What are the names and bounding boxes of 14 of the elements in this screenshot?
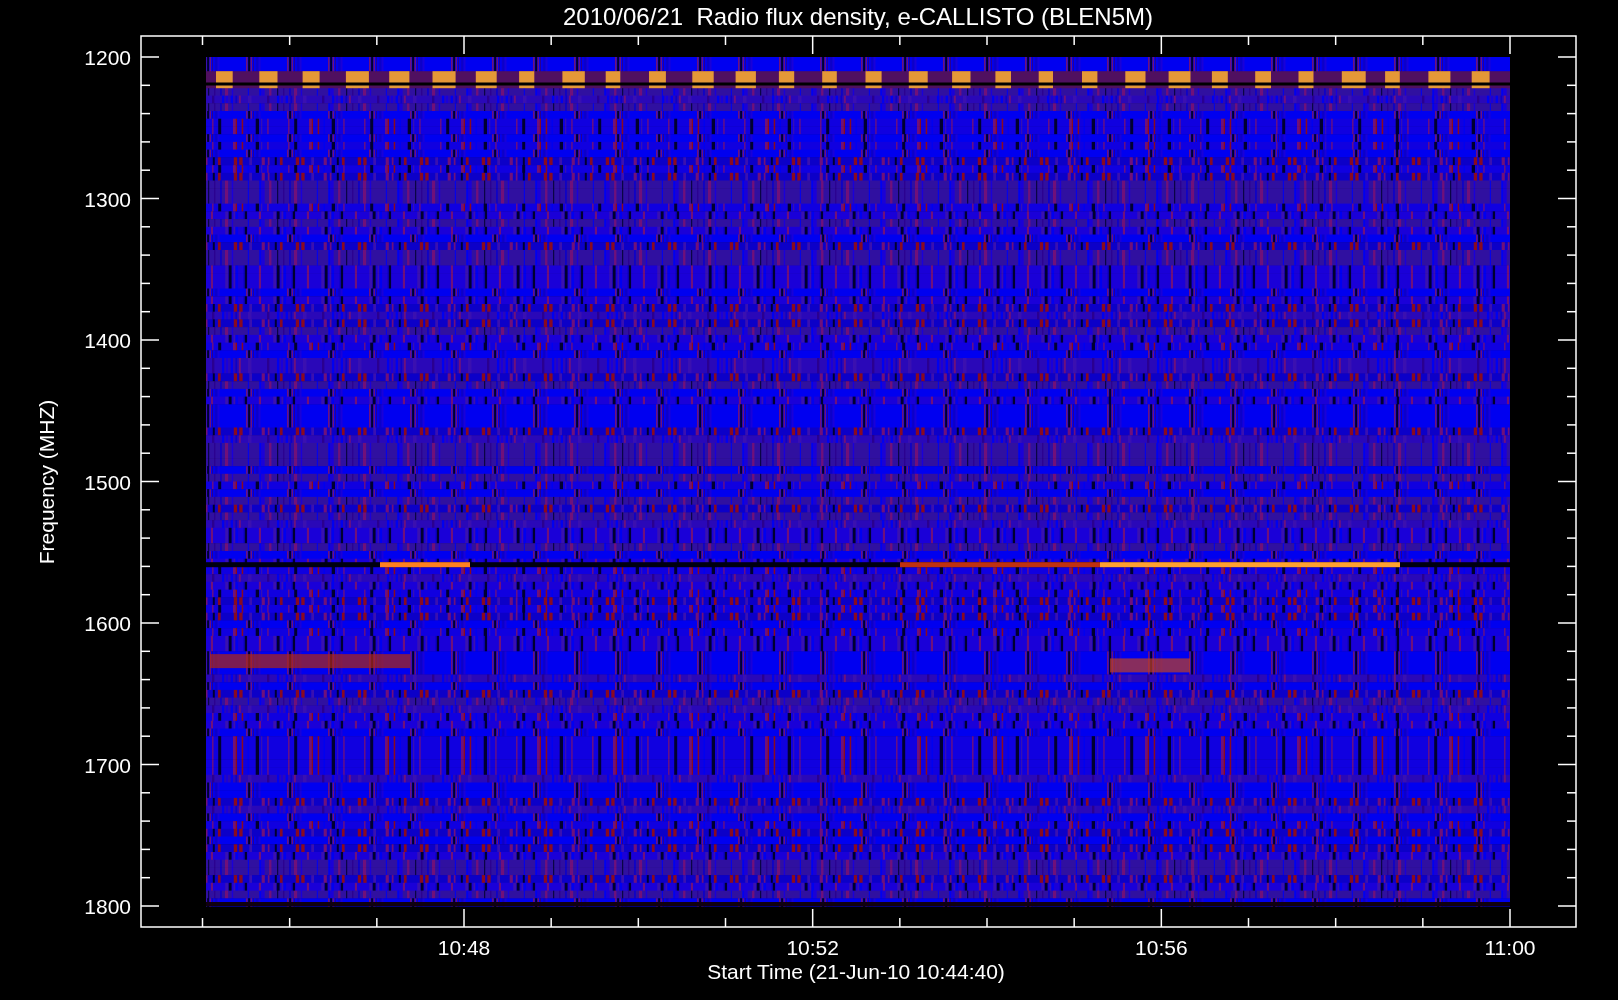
tick-label: 1200: [84, 46, 131, 69]
axis-label: Frequency (MHZ): [35, 399, 58, 565]
tick-label: 1400: [84, 329, 131, 352]
tick-label: 1700: [84, 753, 131, 777]
tick-label: 1500: [84, 470, 131, 494]
chart-title: 2010/06/21 Radio flux density, e-CALLISTO (BLEN5M): [562, 3, 1154, 30]
tick-label: 1800: [84, 895, 131, 918]
tick-label: 1300: [84, 187, 131, 211]
axis-label: Start Time (21-Jun-10 10:44:40): [707, 960, 1005, 983]
tick-label: 11:00: [1484, 936, 1536, 959]
tick-label: 1600: [84, 612, 131, 635]
tick-label: 10:52: [786, 936, 839, 959]
tick-label: 10:56: [1135, 936, 1188, 959]
tick-label: 10:48: [437, 936, 491, 959]
